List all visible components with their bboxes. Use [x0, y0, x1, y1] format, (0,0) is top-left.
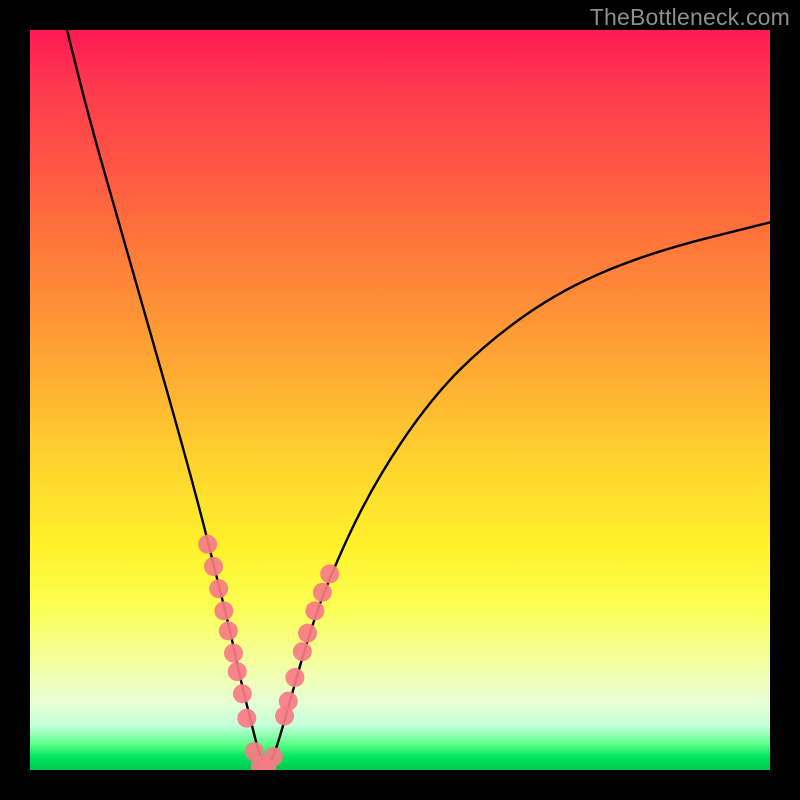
marker-point [219, 621, 238, 640]
marker-point [204, 557, 223, 576]
chart-svg [30, 30, 770, 770]
chart-plot-area [30, 30, 770, 770]
chart-frame: TheBottleneck.com [0, 0, 800, 800]
watermark-text: TheBottleneck.com [590, 4, 790, 31]
marker-point [298, 624, 317, 643]
marker-point [293, 642, 312, 661]
marker-point [264, 747, 283, 766]
marker-point [305, 601, 324, 620]
marker-point [237, 709, 256, 728]
bottleneck-curve-path [67, 30, 770, 765]
marker-point [198, 535, 217, 554]
scatter-markers [198, 535, 339, 770]
marker-point [228, 662, 247, 681]
marker-point [279, 692, 298, 711]
line-series [67, 30, 770, 765]
marker-point [209, 579, 228, 598]
marker-point [320, 564, 339, 583]
marker-point [285, 668, 304, 687]
marker-point [214, 601, 233, 620]
marker-point [233, 684, 252, 703]
marker-point [224, 644, 243, 663]
marker-point [313, 583, 332, 602]
